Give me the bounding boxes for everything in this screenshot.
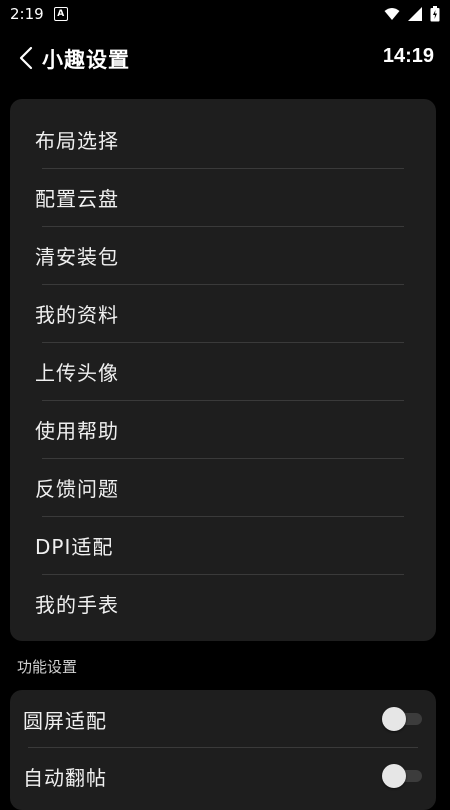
a-icon: A bbox=[53, 7, 68, 21]
menu-card: 布局选择 配置云盘 清安装包 我的资料 上传头像 使用帮助 反馈问题 DPI适配… bbox=[10, 99, 436, 641]
switch-thumb bbox=[382, 764, 406, 788]
menu-item-label: 我的资料 bbox=[35, 302, 119, 327]
menu-item-label: 清安装包 bbox=[35, 244, 119, 269]
menu-item-help[interactable]: 使用帮助 bbox=[10, 400, 436, 458]
menu-item-upload-avatar[interactable]: 上传头像 bbox=[10, 342, 436, 400]
chevron-left-icon bbox=[19, 46, 33, 70]
status-bar: 2:19 A bbox=[0, 0, 450, 28]
menu-item-label: 上传头像 bbox=[35, 360, 119, 385]
menu-item-my-watch[interactable]: 我的手表 bbox=[10, 574, 436, 632]
menu-item-clear-packages[interactable]: 清安装包 bbox=[10, 226, 436, 284]
menu-item-layout-select[interactable]: 布局选择 bbox=[10, 110, 436, 168]
section-title-function-settings: 功能设置 bbox=[17, 658, 78, 676]
setting-row-auto-page: 自动翻帖 bbox=[10, 747, 436, 805]
menu-item-cloud-config[interactable]: 配置云盘 bbox=[10, 168, 436, 226]
menu-item-dpi-adapt[interactable]: DPI适配 bbox=[10, 516, 436, 574]
signal-icon bbox=[408, 7, 422, 21]
auto-page-toggle[interactable] bbox=[382, 764, 422, 788]
page-title: 小趣设置 bbox=[42, 48, 130, 72]
wifi-icon bbox=[384, 8, 400, 20]
menu-item-label: 反馈问题 bbox=[35, 476, 119, 501]
menu-item-label: 配置云盘 bbox=[35, 186, 119, 211]
round-screen-toggle[interactable] bbox=[382, 707, 422, 731]
header-time: 14:19 bbox=[382, 45, 434, 67]
menu-item-my-profile[interactable]: 我的资料 bbox=[10, 284, 436, 342]
switch-thumb bbox=[382, 707, 406, 731]
header: 小趣设置 14:19 bbox=[0, 36, 450, 80]
setting-row-round-screen: 圆屏适配 bbox=[10, 690, 436, 748]
setting-label: 圆屏适配 bbox=[23, 708, 107, 733]
settings-card: 圆屏适配 自动翻帖 bbox=[10, 690, 436, 810]
menu-item-label: 布局选择 bbox=[35, 128, 119, 153]
menu-item-label: 使用帮助 bbox=[35, 418, 119, 443]
back-button[interactable] bbox=[14, 44, 38, 72]
setting-label: 自动翻帖 bbox=[23, 765, 107, 790]
menu-item-feedback[interactable]: 反馈问题 bbox=[10, 458, 436, 516]
menu-item-label: DPI适配 bbox=[35, 534, 114, 559]
status-time: 2:19 bbox=[10, 5, 44, 23]
menu-item-label: 我的手表 bbox=[35, 592, 119, 617]
battery-icon bbox=[430, 6, 440, 22]
